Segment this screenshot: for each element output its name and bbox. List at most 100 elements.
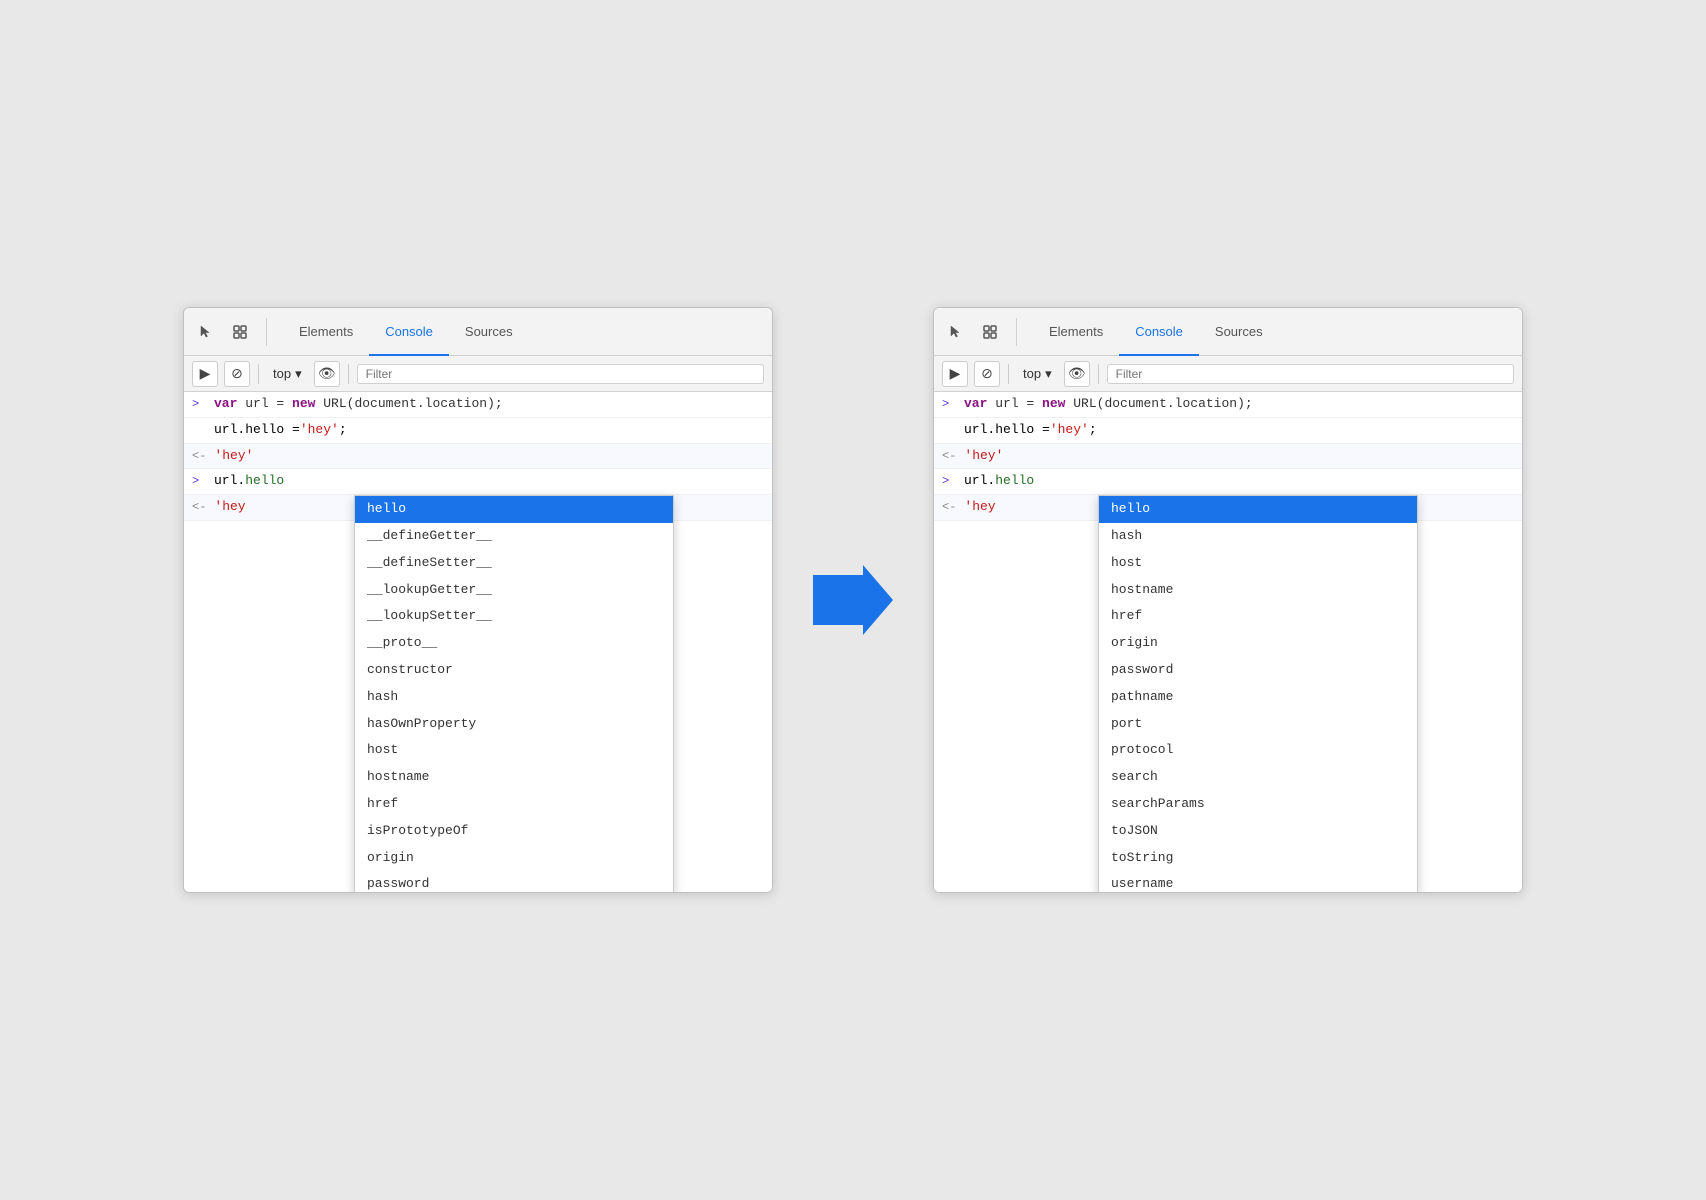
autocomplete-item-href[interactable]: href (355, 791, 673, 818)
right-console-line-3: > url. hello (934, 469, 1522, 495)
right-toolbar-divider (1008, 364, 1009, 384)
right-input-arrow: > (942, 394, 956, 414)
right-tab-console[interactable]: Console (1119, 308, 1199, 356)
right-autocomplete-item-origin[interactable]: origin (1099, 630, 1417, 657)
right-console-line-1b: url.hello = 'hey' ; (934, 418, 1522, 444)
left-toolbar: ▶ ⊘ top ▾ 👁 (184, 356, 772, 392)
run-icon[interactable]: ▶ (192, 361, 218, 387)
code-text: url. (214, 471, 245, 492)
left-console-content: > var url = new URL(document.location); … (184, 392, 772, 892)
right-autocomplete-item-hash[interactable]: hash (1099, 523, 1417, 550)
arrow-icon (813, 565, 893, 635)
spacer (192, 420, 206, 440)
right-toolbar: ▶ ⊘ top ▾ 👁 (934, 356, 1522, 392)
tab-sources[interactable]: Sources (449, 308, 529, 356)
autocomplete-item-hash[interactable]: hash (355, 684, 673, 711)
right-devtools-panel: Elements Console Sources ▶ ⊘ top ▾ 👁 > v… (933, 307, 1523, 893)
eye-icon[interactable]: 👁 (314, 361, 340, 387)
autocomplete-item-defineSetter[interactable]: __defineSetter__ (355, 550, 673, 577)
right-tab-bar: Elements Console Sources (934, 308, 1522, 356)
autocomplete-item-constructor[interactable]: constructor (355, 657, 673, 684)
autocomplete-item-hello[interactable]: hello (355, 496, 673, 523)
autocomplete-item-defineGetter[interactable]: __defineGetter__ (355, 523, 673, 550)
left-tab-icons (192, 318, 267, 346)
autocomplete-item-lookupGetter[interactable]: __lookupGetter__ (355, 577, 673, 604)
right-tab-icons (942, 318, 1017, 346)
autocomplete-item-password[interactable]: password (355, 871, 673, 893)
right-output-partial: 'hey (964, 497, 995, 518)
right-autocomplete-item-searchParams[interactable]: searchParams (1099, 791, 1417, 818)
right-autocomplete-item-port[interactable]: port (1099, 711, 1417, 738)
right-autocomplete-item-hostname[interactable]: hostname (1099, 577, 1417, 604)
right-autocomplete-item-protocol[interactable]: protocol (1099, 737, 1417, 764)
filter-input[interactable] (357, 364, 764, 384)
right-tab-sources[interactable]: Sources (1199, 308, 1279, 356)
right-eye-icon[interactable]: 👁 (1064, 361, 1090, 387)
toolbar-divider-2 (348, 364, 349, 384)
right-console-line-1: > var url = new URL(document.location); (934, 392, 1522, 418)
output-string: 'hey' (214, 446, 253, 467)
cursor-icon[interactable] (192, 318, 220, 346)
tab-elements[interactable]: Elements (283, 308, 369, 356)
element-picker-icon[interactable] (226, 318, 254, 346)
right-code-text: URL(document.location); (1073, 396, 1252, 411)
right-autocomplete-item-username[interactable]: username (1099, 871, 1417, 893)
right-keyword-new: new (1042, 396, 1065, 411)
right-autocomplete-item-toJSON[interactable]: toJSON (1099, 818, 1417, 845)
right-cursor-icon[interactable] (942, 318, 970, 346)
right-chevron-down-icon: ▾ (1045, 366, 1052, 382)
output-partial: 'hey (214, 497, 245, 518)
right-autocomplete-item-search[interactable]: search (1099, 764, 1417, 791)
console-line-1: > var url = new URL(document.location); (184, 392, 772, 418)
code-property: hello (245, 471, 284, 492)
big-arrow-shape (813, 565, 893, 635)
code-text: ; (339, 420, 347, 441)
right-block-icon[interactable]: ⊘ (974, 361, 1000, 387)
right-autocomplete-item-host[interactable]: host (1099, 550, 1417, 577)
right-code-text-url: url. (964, 471, 995, 492)
autocomplete-item-lookupSetter[interactable]: __lookupSetter__ (355, 603, 673, 630)
autocomplete-item-isPrototypeOf[interactable]: isPrototypeOf (355, 818, 673, 845)
autocomplete-item-hostname[interactable]: hostname (355, 764, 673, 791)
right-toolbar-divider-2 (1098, 364, 1099, 384)
console-line-3: > url. hello (184, 469, 772, 495)
scene: Elements Console Sources ▶ ⊘ top ▾ 👁 > v… (143, 267, 1563, 933)
right-keyword-var: var (964, 396, 987, 411)
right-console-line-2: <- 'hey' (934, 444, 1522, 470)
left-autocomplete[interactable]: hello __defineGetter__ __defineSetter__ … (354, 495, 674, 893)
code-text: URL(document.location); (323, 396, 502, 411)
right-autocomplete[interactable]: hello hash host hostname href origin pas… (1098, 495, 1418, 893)
right-autocomplete-item-pathname[interactable]: pathname (1099, 684, 1417, 711)
output-arrow: <- (192, 446, 206, 466)
right-context-selector[interactable]: top ▾ (1017, 364, 1058, 384)
right-output-arrow-2: <- (942, 497, 956, 517)
keyword-new: new (292, 396, 315, 411)
code-string-hey: 'hey' (300, 420, 339, 441)
block-icon[interactable]: ⊘ (224, 361, 250, 387)
context-selector[interactable]: top ▾ (267, 364, 308, 384)
right-autocomplete-item-toString[interactable]: toString (1099, 845, 1417, 872)
right-context-label: top (1023, 366, 1041, 381)
right-filter-input[interactable] (1107, 364, 1514, 384)
right-autocomplete-item-password[interactable]: password (1099, 657, 1417, 684)
autocomplete-item-host[interactable]: host (355, 737, 673, 764)
right-run-icon[interactable]: ▶ (942, 361, 968, 387)
tab-console[interactable]: Console (369, 308, 449, 356)
right-code-text: ; (1089, 420, 1097, 441)
right-autocomplete-item-href[interactable]: href (1099, 603, 1417, 630)
autocomplete-item-hasOwnProperty[interactable]: hasOwnProperty (355, 711, 673, 738)
arrow-container (813, 565, 893, 635)
right-spacer (942, 420, 956, 440)
right-autocomplete-item-hello[interactable]: hello (1099, 496, 1417, 523)
input-arrow-2: > (192, 471, 206, 491)
autocomplete-item-proto[interactable]: __proto__ (355, 630, 673, 657)
right-code-text: url.hello = (964, 420, 1050, 441)
right-output-string: 'hey' (964, 446, 1003, 467)
code-text: url.hello = (214, 420, 300, 441)
right-code-string-hey: 'hey' (1050, 420, 1089, 441)
code-text: url = (245, 396, 292, 411)
console-line-2: <- 'hey' (184, 444, 772, 470)
right-tab-elements[interactable]: Elements (1033, 308, 1119, 356)
right-element-picker-icon[interactable] (976, 318, 1004, 346)
autocomplete-item-origin[interactable]: origin (355, 845, 673, 872)
